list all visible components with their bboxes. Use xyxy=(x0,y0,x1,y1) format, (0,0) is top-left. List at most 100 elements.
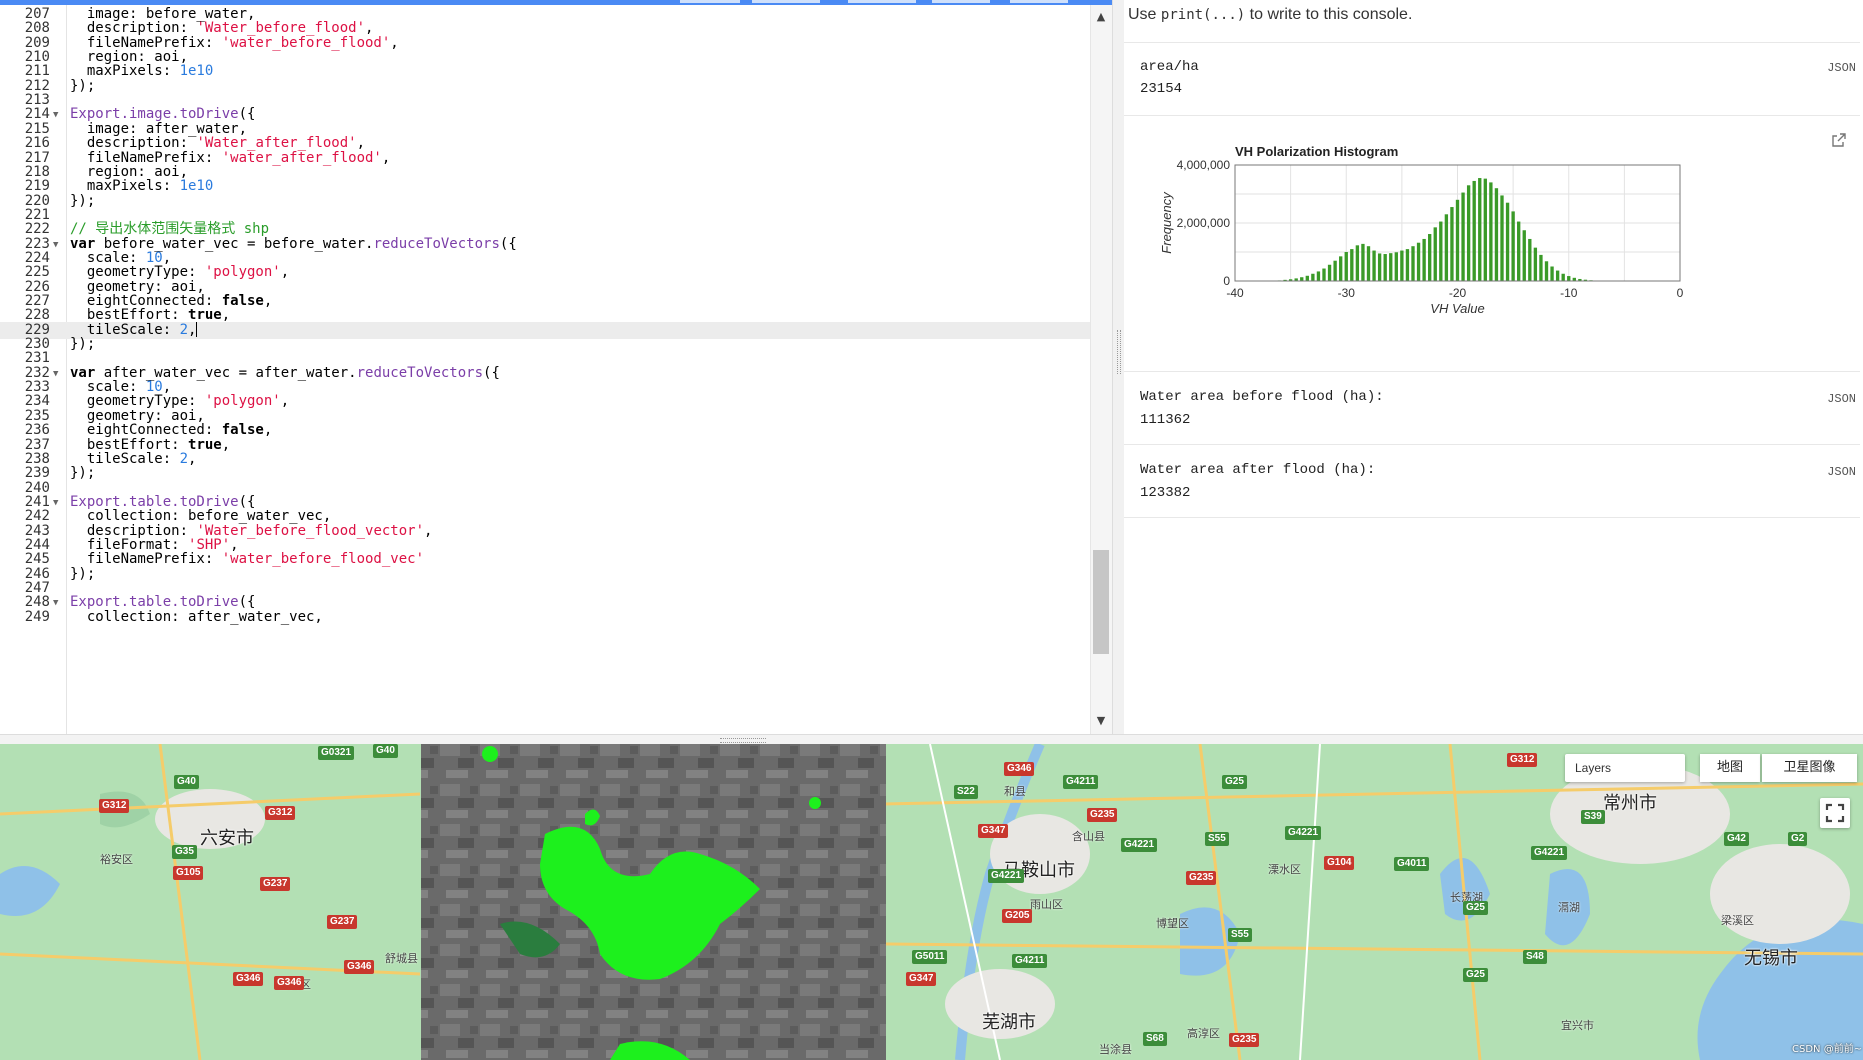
district-label: 含山县 xyxy=(1072,830,1105,843)
histogram-bar xyxy=(1344,252,1348,281)
road-shield: G25 xyxy=(1463,901,1488,915)
histogram-bar xyxy=(1517,221,1521,281)
x-tick-label: -40 xyxy=(1226,286,1244,300)
json-button[interactable]: JSON xyxy=(1827,392,1856,406)
after-label: Water area after flood (ha): xyxy=(1140,462,1376,478)
road-shield: G205 xyxy=(1002,909,1033,923)
histogram-bar xyxy=(1494,188,1499,281)
console-item-after[interactable]: Water area after flood (ha): 123382 JSON xyxy=(1124,445,1860,518)
histogram-bar xyxy=(1550,266,1554,281)
histogram-bar xyxy=(1305,275,1309,281)
satellite-type-button[interactable]: 卫星图像 xyxy=(1762,754,1857,782)
road-shield: S55 xyxy=(1205,832,1229,846)
chart-ylabel: Frequency xyxy=(1159,191,1174,254)
city-label: 六安市 xyxy=(200,828,254,849)
console-hint: Use print(...) to write to this console. xyxy=(1128,6,1413,23)
district-label: 雨山区 xyxy=(1030,898,1063,911)
road-shield: G4211 xyxy=(1063,775,1099,789)
scroll-up-icon[interactable]: ▲ xyxy=(1093,10,1109,23)
watermark: CSDN @前前~ xyxy=(1792,1044,1863,1055)
histogram-bar xyxy=(1300,277,1304,281)
histogram-bar xyxy=(1311,273,1315,281)
editor-scrollbar-thumb[interactable] xyxy=(1093,550,1109,654)
scroll-down-icon[interactable]: ▼ xyxy=(1093,714,1109,727)
vh-histogram-chart: VH Polarization Histogram -40 -30 -20 -10 0 0… xyxy=(1159,144,1684,316)
splitter-grip-icon xyxy=(720,738,766,743)
layers-button[interactable]: Layers xyxy=(1565,754,1685,782)
district-label: 溧水区 xyxy=(1268,863,1301,876)
road-shield: G5011 xyxy=(912,950,948,964)
road-shield: G312 xyxy=(1507,753,1538,767)
area-value: 23154 xyxy=(1140,81,1183,97)
histogram-bar xyxy=(1361,243,1365,281)
histogram-bar xyxy=(1372,250,1376,281)
histogram-bar xyxy=(1411,246,1415,281)
histogram-bar xyxy=(1428,234,1432,281)
histogram-bar xyxy=(1483,178,1487,281)
console-item-area[interactable]: area/ha 23154 JSON xyxy=(1124,43,1860,116)
road-shield: S68 xyxy=(1143,1032,1167,1046)
chart-bars xyxy=(1277,178,1610,281)
code-line[interactable]: 249 collection: after_water_vec, xyxy=(0,609,1090,626)
map-view[interactable]: 六安市马鞍山市芜湖市常州市无锡市裕安区舒城县金安区和县含山县雨山区溧水区博望区高… xyxy=(0,744,1863,1060)
road-shield: G2 xyxy=(1788,832,1808,846)
histogram-bar xyxy=(1333,260,1337,281)
popout-icon[interactable] xyxy=(1832,133,1846,147)
histogram-bar xyxy=(1444,214,1449,281)
histogram-bar xyxy=(1433,227,1437,281)
histogram-bar xyxy=(1416,242,1421,281)
district-label: 博望区 xyxy=(1156,917,1189,930)
road-shield: G237 xyxy=(260,877,291,891)
histogram-bar xyxy=(1355,245,1360,281)
histogram-bar xyxy=(1405,249,1410,281)
y-tick-label: 0 xyxy=(1223,274,1230,288)
district-label: 高淳区 xyxy=(1187,1027,1220,1040)
toolbar-button-edge[interactable] xyxy=(752,0,820,3)
fullscreen-button[interactable] xyxy=(1820,798,1850,828)
line-number: 249 xyxy=(24,608,50,625)
histogram-bar xyxy=(1567,276,1571,281)
road-shield: G346 xyxy=(1004,762,1035,776)
road-shield: G35 xyxy=(172,845,197,859)
histogram-bar xyxy=(1327,264,1332,281)
toolbar-button-edge[interactable] xyxy=(932,0,990,3)
road-shield: G347 xyxy=(978,824,1009,838)
toolbar-button-edge[interactable] xyxy=(848,0,916,3)
histogram-bar xyxy=(1439,221,1443,281)
road-shield: S39 xyxy=(1581,810,1605,824)
json-button[interactable]: JSON xyxy=(1827,465,1856,479)
console-panel: Use print(...) to write to this console.… xyxy=(1124,0,1863,734)
district-label: 宜兴市 xyxy=(1561,1019,1594,1032)
histogram-bar xyxy=(1489,182,1493,281)
district-label: 裕安区 xyxy=(100,853,133,866)
road-shield: G347 xyxy=(906,972,937,986)
histogram-bar xyxy=(1544,261,1549,281)
after-value: 123382 xyxy=(1140,485,1191,501)
histogram-bar xyxy=(1539,254,1543,281)
console-item-before[interactable]: Water area before flood (ha): 111362 JSO… xyxy=(1124,372,1860,445)
x-tick-label: -30 xyxy=(1338,286,1356,300)
road-shield: S48 xyxy=(1523,950,1547,964)
chart-title: VH Polarization Histogram xyxy=(1235,144,1398,159)
road-shield: G0321 xyxy=(318,746,355,760)
histogram-bar xyxy=(1500,195,1504,281)
histogram-bar xyxy=(1316,271,1321,281)
map-type-button[interactable]: 地图 xyxy=(1700,754,1760,782)
code-token: collection: after_water_vec, xyxy=(70,608,323,625)
toolbar-button-edge[interactable] xyxy=(1010,0,1068,3)
code-editor[interactable]: 207 image: before_water, 208 description:… xyxy=(0,5,1112,734)
road-shield: G4011 xyxy=(1394,857,1430,871)
city-label: 无锡市 xyxy=(1744,948,1798,969)
fullscreen-icon xyxy=(1825,803,1845,823)
histogram-bar xyxy=(1505,202,1510,281)
histogram-bar xyxy=(1472,180,1476,281)
code-text: collection: after_water_vec, xyxy=(70,609,323,626)
city-label: 常州市 xyxy=(1603,793,1657,814)
city-label: 芜湖市 xyxy=(982,1012,1036,1033)
road-shield: G105 xyxy=(173,866,204,880)
histogram-bar xyxy=(1383,254,1387,281)
district-label: 舒城县 xyxy=(385,952,418,965)
toolbar-button-edge[interactable] xyxy=(680,0,740,3)
json-button[interactable]: JSON xyxy=(1827,61,1856,75)
road-shield: G346 xyxy=(344,960,375,974)
